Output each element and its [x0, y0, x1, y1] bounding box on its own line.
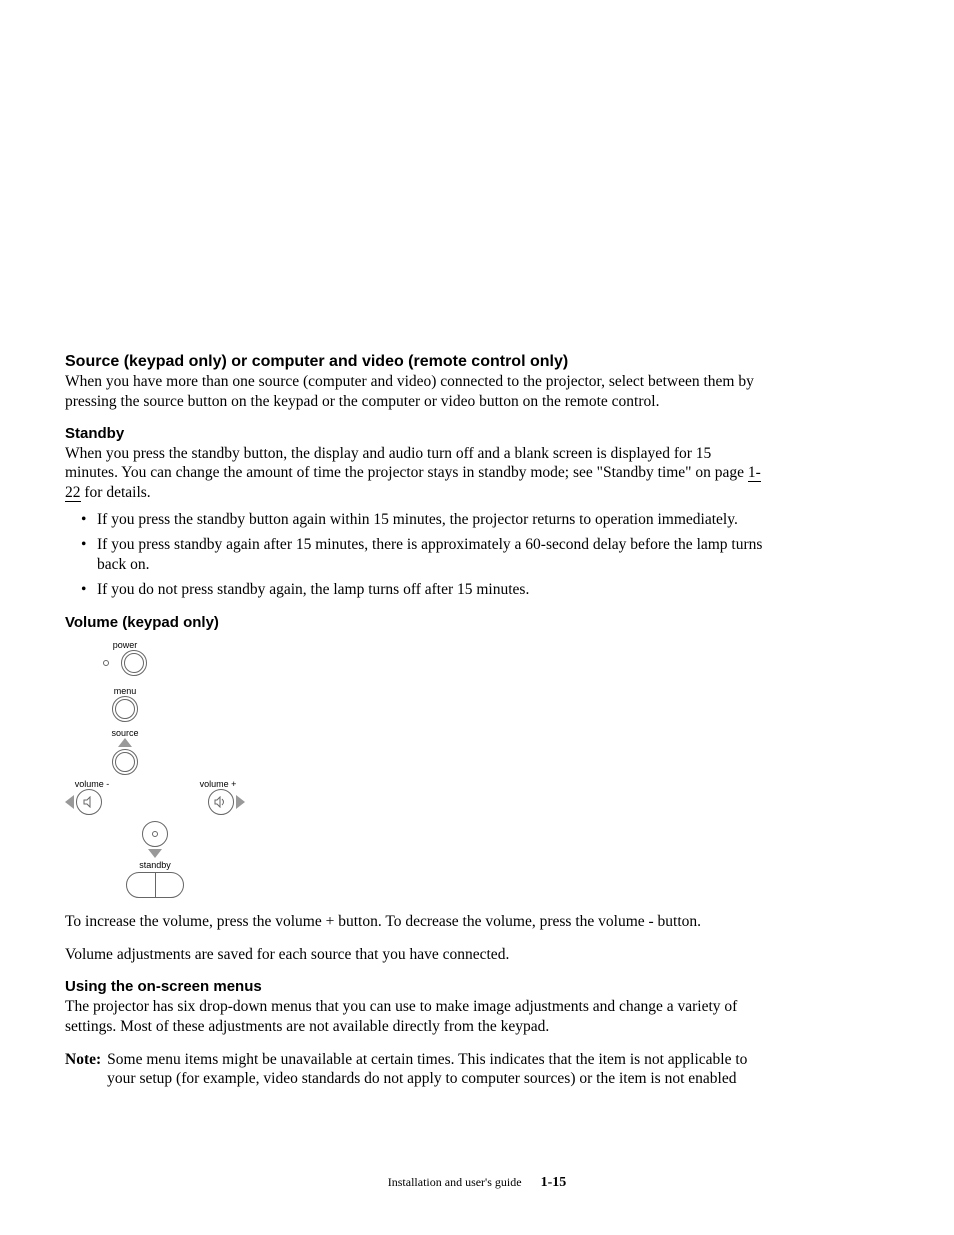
- arrow-up-icon: [118, 738, 132, 747]
- para-source: When you have more than one source (comp…: [65, 372, 765, 411]
- para-standby: When you press the standby button, the d…: [65, 444, 765, 502]
- keypad-label-source: source: [65, 728, 185, 738]
- arrow-left-icon: [65, 795, 74, 809]
- standby-text-a: When you press the standby button, the d…: [65, 445, 748, 481]
- note-body: Some menu items might be unavailable at …: [101, 1050, 765, 1089]
- source-button-icon: [112, 749, 138, 775]
- standby-button-icon: [126, 872, 184, 898]
- volminus-button-icon: [76, 789, 102, 815]
- para-volume-1: To increase the volume, press the volume…: [65, 912, 765, 931]
- standby-bullets: If you press the standby button again wi…: [65, 510, 765, 600]
- page-number: 1-15: [541, 1175, 567, 1190]
- keypad-label-volplus: volume +: [200, 779, 237, 789]
- keypad-figure: power menu source volume - volume +: [65, 640, 245, 898]
- arrow-down-icon: [148, 849, 162, 858]
- para-menus: The projector has six drop-down menus th…: [65, 997, 765, 1036]
- note-label: Note:: [65, 1050, 101, 1089]
- led-icon: [103, 660, 109, 666]
- heading-menus: Using the on-screen menus: [65, 978, 765, 996]
- heading-source: Source (keypad only) or computer and vid…: [65, 352, 765, 371]
- list-item: If you do not press standby again, the l…: [81, 580, 765, 599]
- keypad-label-volminus: volume -: [75, 779, 110, 789]
- dot-icon: [152, 831, 158, 837]
- arrow-right-icon: [236, 795, 245, 809]
- menu-button-icon: [112, 696, 138, 722]
- heading-standby: Standby: [65, 425, 765, 443]
- keypad-label-menu: menu: [65, 686, 185, 696]
- nav-center-icon: [142, 821, 168, 847]
- standby-text-b: for details.: [81, 484, 151, 501]
- power-button-icon: [121, 650, 147, 676]
- list-item: If you press the standby button again wi…: [81, 510, 765, 529]
- note-block: Note: Some menu items might be unavailab…: [65, 1050, 765, 1089]
- list-item: If you press standby again after 15 minu…: [81, 535, 765, 574]
- para-volume-2: Volume adjustments are saved for each so…: [65, 945, 765, 964]
- volplus-button-icon: [208, 789, 234, 815]
- keypad-label-power: power: [105, 640, 145, 650]
- footer-text: Installation and user's guide: [388, 1175, 522, 1189]
- keypad-label-standby: standby: [95, 860, 215, 870]
- heading-volume: Volume (keypad only): [65, 614, 765, 632]
- page-footer: Installation and user's guide 1-15: [0, 1175, 954, 1191]
